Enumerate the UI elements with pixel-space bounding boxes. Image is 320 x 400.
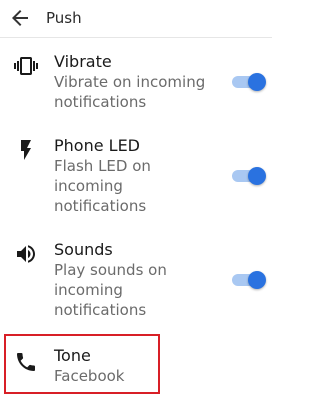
page-title: Push (46, 9, 82, 27)
toggle-thumb (248, 271, 266, 289)
setting-subtitle: Vibrate on incoming notifications (54, 73, 206, 111)
vibrate-icon (14, 57, 38, 75)
flash-icon (21, 140, 31, 160)
setting-title: Phone LED (54, 136, 140, 155)
phone-led-toggle[interactable] (230, 164, 266, 188)
setting-subtitle: Play sounds on incoming notifications (54, 261, 167, 319)
toggle-thumb (248, 73, 266, 91)
volume-icon (17, 245, 35, 263)
setting-title: Sounds (54, 240, 113, 259)
sounds-toggle[interactable] (230, 268, 266, 292)
phone-icon (17, 353, 35, 371)
setting-tone[interactable]: Tone Facebook (0, 338, 272, 392)
vibrate-toggle[interactable] (230, 70, 266, 94)
setting-subtitle: Flash LED on incoming notifications (54, 157, 151, 215)
toggle-thumb (248, 167, 266, 185)
setting-subtitle: Facebook (54, 367, 125, 385)
setting-title: Vibrate (54, 52, 112, 71)
setting-phone-led[interactable]: Phone LED Flash LED on incoming notifica… (0, 130, 272, 220)
setting-vibrate[interactable]: Vibrate Vibrate on incoming notification… (0, 48, 272, 114)
arrow-left-icon[interactable] (8, 6, 32, 30)
setting-title: Tone (54, 346, 91, 365)
setting-sounds[interactable]: Sounds Play sounds on incoming notificat… (0, 234, 272, 324)
app-header: Push (0, 0, 272, 38)
